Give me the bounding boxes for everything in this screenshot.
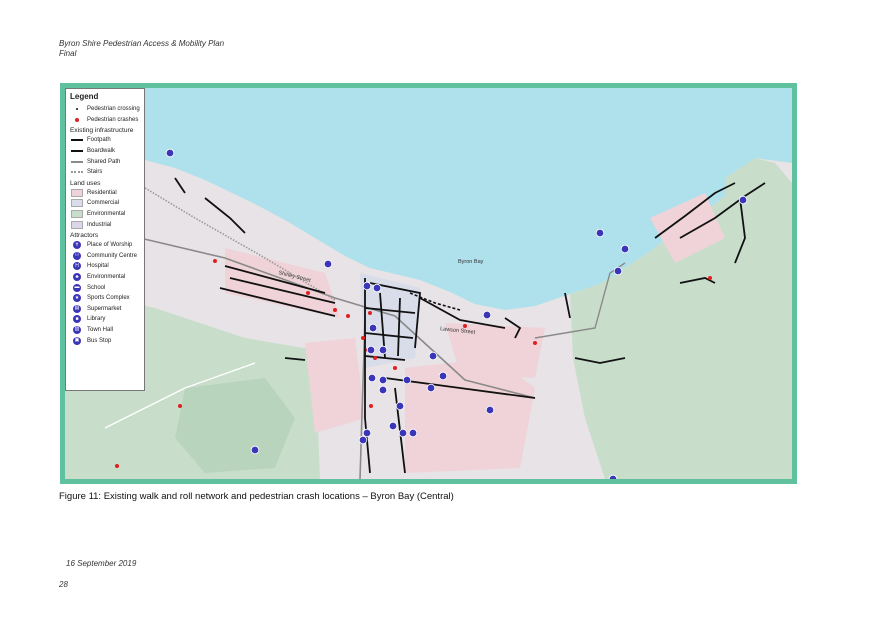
legend-item: ▥ Town Hall — [70, 325, 140, 336]
environmental-swatch — [71, 210, 83, 219]
map-canvas — [65, 88, 792, 479]
book-icon: ■ — [73, 315, 81, 324]
legend-label: Supermarket — [87, 305, 122, 312]
map-legend: Legend Pedestrian crossing Pedestrian cr… — [65, 88, 145, 391]
legend-label: Residential — [87, 189, 117, 196]
legend-item: ▬ School — [70, 282, 140, 293]
legend-label: Community Centre — [87, 252, 138, 259]
legend-item: ▣ Bus Stop — [70, 335, 140, 346]
building-icon: ▥ — [73, 325, 81, 334]
legend-item: Commercial — [70, 198, 140, 209]
footpath-line-icon — [71, 139, 83, 142]
boardwalk-line-icon — [71, 150, 83, 153]
legend-item: Footpath — [70, 135, 140, 146]
legend-item: ⚇ Community Centre — [70, 251, 140, 262]
cart-icon: ▤ — [73, 304, 81, 313]
legend-label: Commercial — [87, 200, 120, 207]
map-figure: Byron Bay Shirley Street Lawson Street L… — [60, 83, 797, 484]
crash-dot-icon — [75, 117, 79, 122]
legend-label: Hospital — [87, 263, 109, 270]
residential-west — [225, 248, 340, 318]
footer-date: 16 September 2019 — [66, 559, 137, 568]
legend-label: Environmental — [87, 274, 126, 281]
legend-label: Shared Path — [87, 158, 121, 165]
legend-item: Residential — [70, 188, 140, 199]
legend-item: ▤ Supermarket — [70, 304, 140, 315]
legend-label: Place of Worship — [87, 242, 133, 249]
figure-caption: Figure 11: Existing walk and roll networ… — [59, 491, 454, 502]
legend-title: Legend — [70, 92, 99, 101]
legend-label: Library — [87, 316, 106, 323]
tree-icon: ♣ — [73, 273, 81, 282]
legend-label: Pedestrian crossing — [87, 106, 140, 113]
document-title: Byron Shire Pedestrian Access & Mobility… — [59, 39, 225, 48]
sports-icon: ★ — [73, 294, 81, 303]
legend-item: Pedestrian crashes — [70, 115, 140, 126]
cross-icon: ✝ — [73, 241, 81, 250]
legend-label: Industrial — [87, 221, 112, 228]
residential-south — [305, 338, 365, 433]
document-status: Final — [59, 49, 77, 58]
legend-item: ♣ Environmental — [70, 272, 140, 283]
industrial-swatch — [71, 220, 83, 229]
legend-heading: Attractors — [70, 231, 99, 239]
legend-label: Boardwalk — [87, 148, 116, 155]
legend-item: ✝ Place of Worship — [70, 240, 140, 251]
legend-heading: Land uses — [70, 179, 101, 187]
bus-icon: ▣ — [73, 336, 81, 345]
legend-item: Shared Path — [70, 156, 140, 167]
legend-label: Pedestrian crashes — [87, 116, 139, 123]
legend-item: H Hospital — [70, 261, 140, 272]
legend-label: Footpath — [87, 137, 111, 144]
commercial-swatch — [71, 199, 83, 208]
legend-item: Pedestrian crossing — [70, 104, 140, 115]
legend-item: Boardwalk — [70, 146, 140, 157]
page-number: 28 — [59, 580, 68, 589]
shared-path-line-icon — [71, 160, 83, 163]
legend-item: Environmental — [70, 209, 140, 220]
legend-heading: Existing infrastructure — [70, 127, 134, 135]
hospital-icon: H — [73, 262, 81, 271]
legend-item: Industrial — [70, 219, 140, 230]
legend-item: Stairs — [70, 167, 140, 178]
legend-label: Town Hall — [87, 326, 114, 333]
legend-item: ■ Library — [70, 314, 140, 325]
legend-label: Bus Stop — [87, 337, 112, 344]
legend-label: Environmental — [87, 211, 126, 218]
people-icon: ⚇ — [73, 251, 81, 260]
legend-label: Stairs — [87, 169, 103, 176]
stairs-line-icon — [71, 171, 83, 174]
legend-label: School — [87, 284, 106, 291]
legend-label: Sports Complex — [87, 295, 130, 302]
crossing-dot-icon — [76, 108, 78, 111]
school-icon: ▬ — [73, 283, 81, 292]
legend-item: ★ Sports Complex — [70, 293, 140, 304]
residential-swatch — [71, 188, 83, 197]
place-label: Byron Bay — [458, 259, 484, 265]
